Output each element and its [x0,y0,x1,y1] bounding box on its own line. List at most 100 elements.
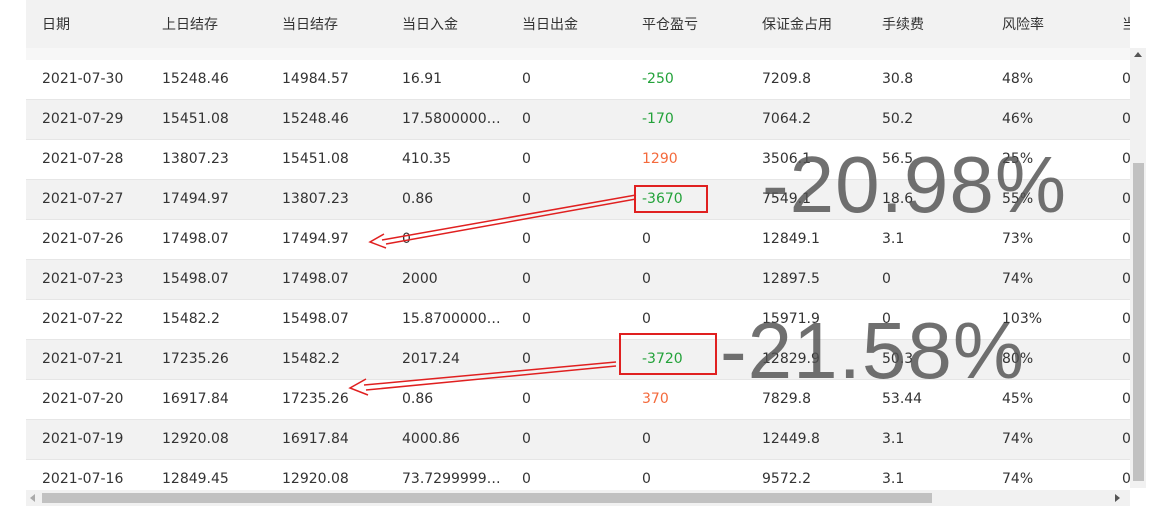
cell-close-pnl: 370 [642,391,669,407]
cell-prev-balance: 16917.84 [162,391,229,407]
cell-fee: 50.3 [882,351,914,367]
table-header: 日期 上日结存 当日结存 当日入金 当日出金 平仓盈亏 保证金占用 手续费 风险… [26,0,1130,60]
cell-date: 2021-07-22 [42,311,124,327]
cell-withdrawal: 0 [522,71,531,87]
header-fee[interactable]: 手续费 [882,0,982,48]
scroll-right-icon[interactable] [1115,494,1120,502]
cell-withdrawal: 0 [522,191,531,207]
header-extra[interactable]: 当日 [1122,0,1130,48]
header-withdrawal[interactable]: 当日出金 [522,0,622,48]
cell-fee: 56.5 [882,151,914,167]
cell-close-pnl: 0 [642,311,651,327]
cell-prev-balance: 13807.23 [162,151,229,167]
table-row[interactable]: 2021-07-22 15482.2 15498.07 15.8700000… 0 0 15… [26,300,1130,340]
header-spacer [26,48,1130,60]
cell-margin: 7549.1 [762,191,811,207]
vertical-scroll-thumb[interactable] [1133,163,1144,481]
cell-extra: 0 [1122,420,1130,459]
cell-risk: 80% [1002,351,1034,367]
scroll-left-icon[interactable] [30,494,35,502]
header-date[interactable]: 日期 [42,0,142,48]
cell-curr-balance: 15498.07 [282,311,349,327]
scroll-up-icon[interactable] [1134,52,1142,57]
cell-deposit: 2017.24 [402,351,460,367]
cell-date: 2021-07-29 [42,111,124,127]
cell-close-pnl: -3670 [642,191,683,207]
table-row[interactable]: 2021-07-27 17494.97 13807.23 0.86 0 -3670 7549… [26,180,1130,220]
cell-risk: 48% [1002,71,1034,87]
cell-date: 2021-07-19 [42,431,124,447]
cell-risk: 74% [1002,271,1034,287]
cell-withdrawal: 0 [522,271,531,287]
table-body: 2021-07-30 15248.46 14984.57 16.91 0 -250 7209… [26,60,1130,500]
table-row[interactable]: 2021-07-19 12920.08 16917.84 4000.86 0 0 12449… [26,420,1130,460]
data-table: 日期 上日结存 当日结存 当日入金 当日出金 平仓盈亏 保证金占用 手续费 风险… [26,0,1146,508]
cell-deposit: 4000.86 [402,431,460,447]
cell-date: 2021-07-28 [42,151,124,167]
cell-withdrawal: 0 [522,391,531,407]
cell-date: 2021-07-26 [42,231,124,247]
cell-date: 2021-07-20 [42,391,124,407]
cell-deposit: 0.86 [402,391,434,407]
table-row[interactable]: 2021-07-23 15498.07 17498.07 2000 0 0 12897.5 0… [26,260,1130,300]
header-risk[interactable]: 风险率 [1002,0,1102,48]
cell-withdrawal: 0 [522,431,531,447]
header-close-pnl[interactable]: 平仓盈亏 [642,0,742,48]
cell-curr-balance: 16917.84 [282,431,349,447]
cell-withdrawal: 0 [522,151,531,167]
cell-extra: 0 [1122,180,1130,219]
cell-deposit: 15.8700000… [402,311,501,327]
cell-close-pnl: -3720 [642,351,683,367]
cell-curr-balance: 13807.23 [282,191,349,207]
cell-margin: 15971.9 [762,311,820,327]
vertical-scrollbar[interactable] [1130,48,1146,488]
cell-curr-balance: 15482.2 [282,351,340,367]
cell-withdrawal: 0 [522,111,531,127]
table-row[interactable]: 2021-07-29 15451.08 15248.46 17.5800000… 0 -1… [26,100,1130,140]
header-deposit[interactable]: 当日入金 [402,0,502,48]
cell-deposit: 0 [402,231,411,247]
cell-withdrawal: 0 [522,231,531,247]
cell-extra: 0 [1122,300,1130,339]
cell-margin: 7829.8 [762,391,811,407]
cell-margin: 12897.5 [762,271,820,287]
cell-curr-balance: 15248.46 [282,111,349,127]
cell-prev-balance: 12920.08 [162,431,229,447]
horizontal-scrollbar[interactable] [26,490,1130,506]
cell-prev-balance: 17235.26 [162,351,229,367]
cell-extra: 0 [1122,140,1130,179]
cell-prev-balance: 17494.97 [162,191,229,207]
cell-curr-balance: 17494.97 [282,231,349,247]
cell-date: 2021-07-27 [42,191,124,207]
table-row[interactable]: 2021-07-21 17235.26 15482.2 2017.24 0 -3720 12… [26,340,1130,380]
cell-close-pnl: 1290 [642,151,678,167]
cell-risk: 74% [1002,431,1034,447]
cell-date: 2021-07-30 [42,71,124,87]
cell-withdrawal: 0 [522,311,531,327]
cell-fee: 50.2 [882,111,914,127]
cell-deposit: 17.5800000… [402,111,501,127]
table-row[interactable]: 2021-07-26 17498.07 17494.97 0 0 0 12849.1 3.1 7… [26,220,1130,260]
cell-fee: 18.6 [882,191,914,207]
cell-risk: 73% [1002,231,1034,247]
cell-fee: 3.1 [882,431,905,447]
cell-fee: 30.8 [882,71,914,87]
table-row[interactable]: 2021-07-20 16917.84 17235.26 0.86 0 370 7829.8… [26,380,1130,420]
header-prev-balance[interactable]: 上日结存 [162,0,262,48]
cell-close-pnl: -250 [642,71,674,87]
cell-risk: 55% [1002,191,1034,207]
cell-extra: 0 [1122,340,1130,379]
cell-extra: 0 [1122,220,1130,259]
cell-margin: 7064.2 [762,111,811,127]
table-row[interactable]: 2021-07-30 15248.46 14984.57 16.91 0 -250 7209… [26,60,1130,100]
header-curr-balance[interactable]: 当日结存 [282,0,382,48]
cell-prev-balance: 15482.2 [162,311,220,327]
cell-margin: 7209.8 [762,71,811,87]
cell-curr-balance: 17235.26 [282,391,349,407]
header-margin[interactable]: 保证金占用 [762,0,862,48]
cell-deposit: 0.86 [402,191,434,207]
cell-extra: 0 [1122,60,1130,99]
table-row[interactable]: 2021-07-28 13807.23 15451.08 410.35 0 1290 350… [26,140,1130,180]
horizontal-scroll-thumb[interactable] [42,493,932,503]
cell-fee: 3.1 [882,231,905,247]
